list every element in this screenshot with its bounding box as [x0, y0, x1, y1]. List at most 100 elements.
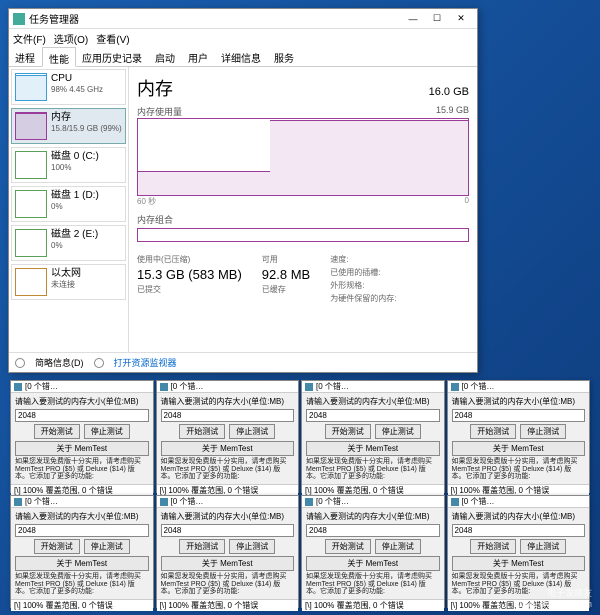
menu-file[interactable]: 文件(F): [13, 31, 46, 46]
memtest-stop-button[interactable]: 停止测试: [84, 424, 130, 439]
memtest-start-button[interactable]: 开始测试: [179, 424, 225, 439]
memtest-info-text: 如果您发现免费版十分实用，请考虑购买 MemTest PRO ($5) 或 De…: [15, 573, 149, 596]
memtest-size-input[interactable]: [306, 524, 440, 537]
memtest-prompt: 请输入要测试的内存大小(单位:MB): [452, 511, 586, 522]
memtest-size-input[interactable]: [452, 524, 586, 537]
sidebar-item-mem-1[interactable]: 内存15.8/15.9 GB (99%): [11, 108, 126, 144]
memtest-titlebar[interactable]: [0 个错…: [11, 496, 153, 508]
memtest-size-input[interactable]: [161, 524, 295, 537]
memtest-titlebar[interactable]: [0 个错…: [11, 381, 153, 393]
memtest-window-2: [0 个错…请输入要测试的内存大小(单位:MB)开始测试停止测试关于 MemTe…: [301, 380, 445, 493]
memtest-start-button[interactable]: 开始测试: [34, 424, 80, 439]
tab-services[interactable]: 服务: [268, 47, 301, 66]
memtest-titlebar[interactable]: [0 个错…: [448, 496, 590, 508]
memtest-size-input[interactable]: [15, 524, 149, 537]
memtest-start-button[interactable]: 开始测试: [325, 539, 371, 554]
menu-view[interactable]: 查看(V): [96, 31, 129, 46]
memtest-about-button[interactable]: 关于 MemTest: [306, 556, 440, 571]
menu-options[interactable]: 选项(O): [54, 31, 88, 46]
memtest-window-4: [0 个错…请输入要测试的内存大小(单位:MB)开始测试停止测试关于 MemTe…: [10, 495, 154, 608]
memtest-titlebar[interactable]: [0 个错…: [157, 496, 299, 508]
memtest-icon: [160, 498, 168, 506]
memtest-start-button[interactable]: 开始测试: [34, 539, 80, 554]
memtest-about-button[interactable]: 关于 MemTest: [15, 556, 149, 571]
memtest-about-button[interactable]: 关于 MemTest: [452, 556, 586, 571]
memtest-titlebar[interactable]: [0 个错…: [302, 381, 444, 393]
sidebar-title: 磁盘 0 (C:): [51, 151, 99, 163]
tab-users[interactable]: 用户: [182, 47, 215, 66]
tab-details[interactable]: 详细信息: [215, 47, 268, 66]
disk-sparkline-icon: [15, 190, 47, 218]
memory-usage-chart: [137, 118, 469, 196]
memtest-info-text: 如果您发现免费版十分实用，请考虑购买 MemTest PRO ($5) 或 De…: [306, 458, 440, 481]
app-icon: [13, 13, 25, 25]
sidebar-item-disk-2[interactable]: 磁盘 0 (C:)100%: [11, 147, 126, 183]
speed-label: 速度:: [330, 254, 396, 265]
memtest-start-button[interactable]: 开始测试: [325, 424, 371, 439]
expand-icon[interactable]: [15, 358, 25, 368]
memtest-stop-button[interactable]: 停止测试: [84, 539, 130, 554]
memtest-statusbar: [\] 100% 覆盖范围, 0 个错误: [157, 599, 299, 611]
close-button[interactable]: ✕: [449, 10, 473, 28]
resmon-link[interactable]: 打开资源监视器: [114, 356, 177, 369]
memtest-stop-button[interactable]: 停止测试: [229, 539, 275, 554]
maximize-button[interactable]: ☐: [425, 10, 449, 28]
memtest-window-0: [0 个错…请输入要测试的内存大小(单位:MB)开始测试停止测试关于 MemTe…: [10, 380, 154, 493]
memtest-titlebar[interactable]: [0 个错…: [157, 381, 299, 393]
sidebar-item-disk-3[interactable]: 磁盘 1 (D:)0%: [11, 186, 126, 222]
tab-processes[interactable]: 进程: [9, 47, 42, 66]
memtest-prompt: 请输入要测试的内存大小(单位:MB): [161, 511, 295, 522]
memtest-about-button[interactable]: 关于 MemTest: [161, 441, 295, 456]
panel-title: 内存: [137, 75, 173, 101]
memtest-window-5: [0 个错… 请输入要测试的内存大小(单位:MB) 开始测试停止测试关于 MemTe…: [156, 495, 300, 608]
sidebar-title: CPU: [51, 73, 103, 85]
memtest-size-input[interactable]: [306, 409, 440, 422]
watermark: 电子发烧友 www.elecfans.com: [517, 586, 592, 609]
memtest-info-text: 如果您发现免费版十分实用，请考虑购买 MemTest PRO ($5) 或 De…: [15, 458, 149, 481]
memtest-window-6: [0 个错…请输入要测试的内存大小(单位:MB)开始测试停止测试关于 MemTe…: [301, 495, 445, 608]
memtest-size-input[interactable]: [452, 409, 586, 422]
tabs: 进程 性能 应用历史记录 启动 用户 详细信息 服务: [9, 47, 477, 67]
minimize-button[interactable]: —: [401, 10, 425, 28]
memtest-info-text: 如果您发现免费版十分实用，请考虑购买 MemTest PRO ($5) 或 De…: [306, 573, 440, 596]
sidebar-title: 磁盘 2 (E:): [51, 229, 98, 241]
memtest-window-3: [0 个错…请输入要测试的内存大小(单位:MB)开始测试停止测试关于 MemTe…: [447, 380, 591, 493]
memtest-about-button[interactable]: 关于 MemTest: [161, 556, 295, 571]
sidebar-title: 内存: [51, 112, 122, 124]
memtest-stop-button[interactable]: 停止测试: [375, 539, 421, 554]
memtest-info-text: 如果您发现免费版十分实用，请考虑购买 MemTest PRO ($5) 或 De…: [161, 458, 295, 481]
memtest-start-button[interactable]: 开始测试: [470, 539, 516, 554]
memtest-stop-button[interactable]: 停止测试: [229, 424, 275, 439]
mem-sparkline-icon: [15, 112, 47, 140]
tab-startup[interactable]: 启动: [149, 47, 182, 66]
sidebar-item-net-5[interactable]: 以太网未连接: [11, 264, 126, 300]
sidebar-sub: 未连接: [51, 280, 81, 290]
avail-value: 92.8 MB: [262, 267, 310, 282]
memtest-size-input[interactable]: [15, 409, 149, 422]
axis-left: 60 秒: [137, 196, 156, 207]
memtest-start-button[interactable]: 开始测试: [179, 539, 225, 554]
memtest-size-input[interactable]: [161, 409, 295, 422]
memtest-statusbar: [\] 100% 覆盖范围, 0 个错误: [11, 599, 153, 611]
memtest-stop-button[interactable]: 停止测试: [375, 424, 421, 439]
memtest-titlebar[interactable]: [0 个错…: [448, 381, 590, 393]
memtest-about-button[interactable]: 关于 MemTest: [15, 441, 149, 456]
menubar: 文件(F) 选项(O) 查看(V): [9, 29, 477, 47]
memtest-titlebar[interactable]: [0 个错…: [302, 496, 444, 508]
brief-info[interactable]: 简略信息(D): [35, 356, 84, 369]
memtest-statusbar: [\] 100% 覆盖范围, 0 个错误: [302, 599, 444, 611]
memtest-stop-button[interactable]: 停止测试: [520, 424, 566, 439]
task-manager-window: 任务管理器 — ☐ ✕ 文件(F) 选项(O) 查看(V) 进程 性能 应用历史…: [8, 8, 478, 373]
sidebar-item-cpu-0[interactable]: CPU98% 4.45 GHz: [11, 69, 126, 105]
memtest-about-button[interactable]: 关于 MemTest: [452, 441, 586, 456]
sidebar-item-disk-4[interactable]: 磁盘 2 (E:)0%: [11, 225, 126, 261]
memtest-start-button[interactable]: 开始测试: [470, 424, 516, 439]
memtest-icon: [160, 383, 168, 391]
tab-history[interactable]: 应用历史记录: [76, 47, 149, 66]
titlebar[interactable]: 任务管理器 — ☐ ✕: [9, 9, 477, 29]
memtest-stop-button[interactable]: 停止测试: [520, 539, 566, 554]
memtest-about-button[interactable]: 关于 MemTest: [306, 441, 440, 456]
resmon-icon[interactable]: [94, 358, 104, 368]
memtest-icon: [305, 383, 313, 391]
tab-performance[interactable]: 性能: [42, 47, 76, 67]
